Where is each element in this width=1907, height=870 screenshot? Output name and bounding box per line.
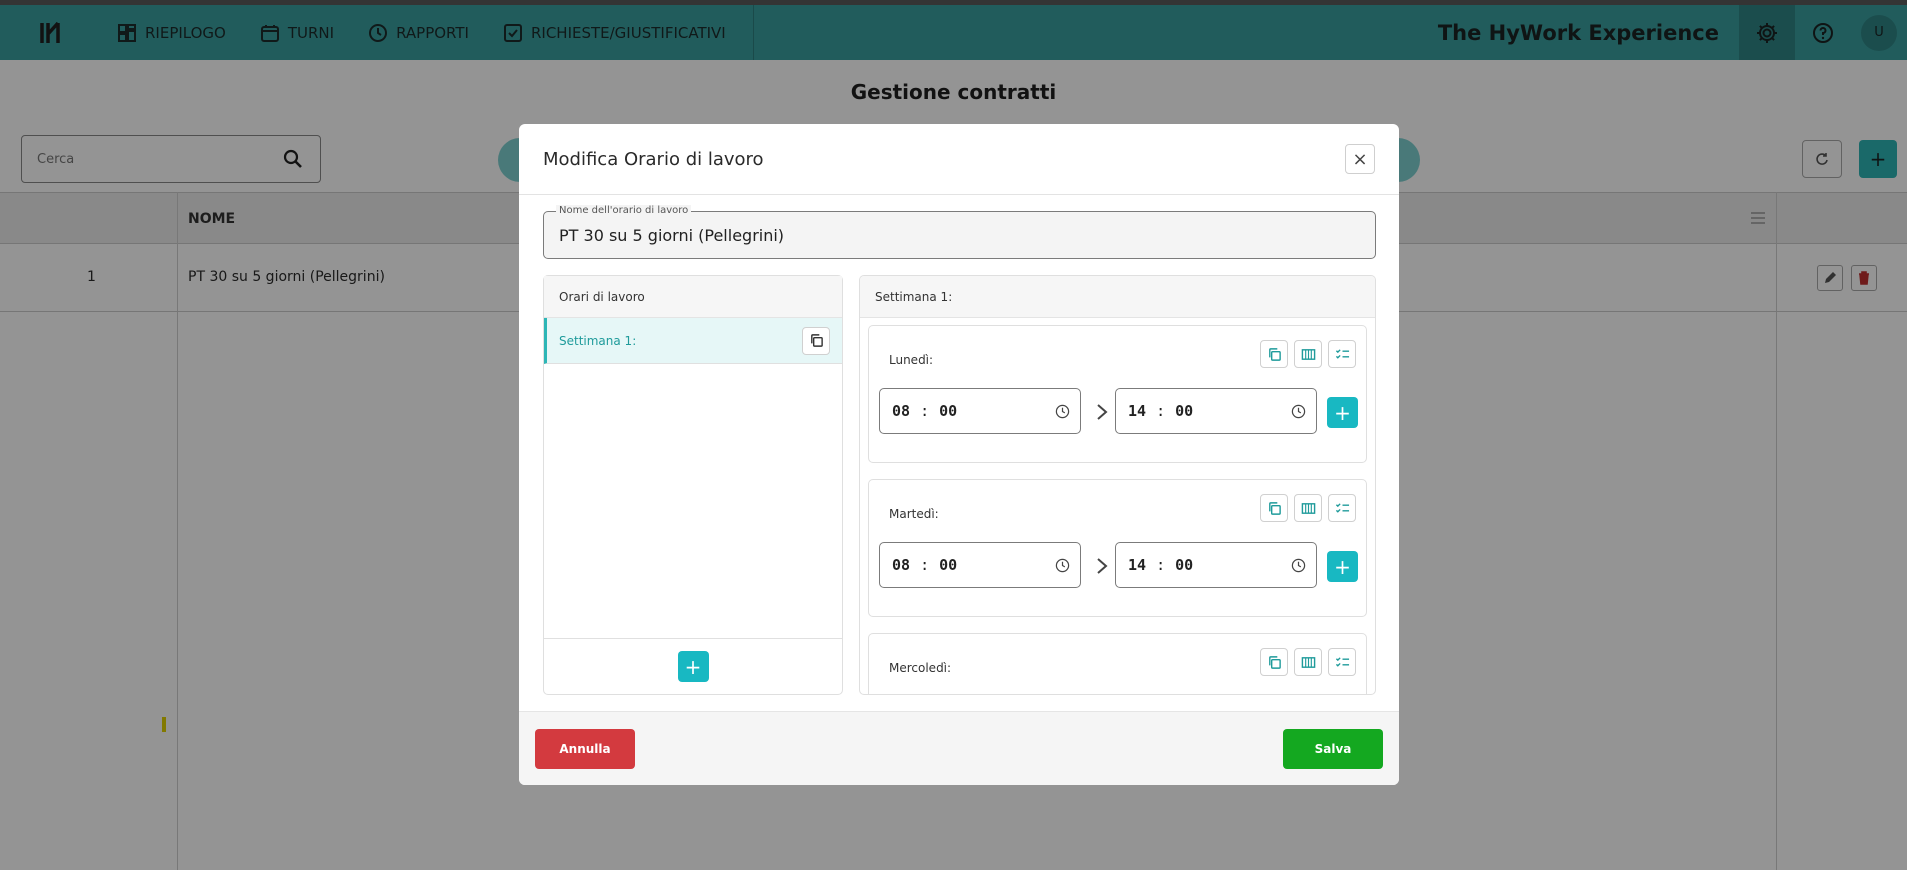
- copy-icon: [810, 334, 823, 347]
- day-tools: [1260, 494, 1356, 522]
- weeks-panel-header: Orari di lavoro: [544, 276, 842, 318]
- day-label: Lunedì:: [889, 353, 934, 367]
- calendar-view-button[interactable]: [1294, 648, 1322, 676]
- schedule-name-label: Nome dell'orario di lavoro: [556, 205, 692, 216]
- day-card-martedi: Martedì: 08:00 14:00 +: [868, 479, 1367, 617]
- start-time-input[interactable]: 08:00: [879, 388, 1081, 434]
- day-card-mercoledi: Mercoledì:: [868, 633, 1367, 694]
- day-label: Martedì:: [889, 507, 939, 521]
- add-week-button[interactable]: +: [677, 651, 709, 682]
- chevron-right-icon: [1097, 404, 1108, 420]
- close-icon: ×: [1352, 148, 1368, 170]
- clock-icon[interactable]: [1055, 558, 1070, 573]
- end-time-input[interactable]: 14:00: [1115, 388, 1317, 434]
- calendar-view-button[interactable]: [1294, 340, 1322, 368]
- start-hour: 08: [892, 402, 911, 420]
- copy-day-button[interactable]: [1260, 648, 1288, 676]
- table-icon: [1301, 656, 1315, 668]
- checklist-button[interactable]: [1328, 340, 1356, 368]
- start-hour: 08: [892, 556, 911, 574]
- clock-icon[interactable]: [1291, 404, 1306, 419]
- clock-icon[interactable]: [1055, 404, 1070, 419]
- end-hour: 14: [1128, 556, 1147, 574]
- weeks-panel-footer: +: [544, 638, 842, 694]
- calendar-view-button[interactable]: [1294, 494, 1322, 522]
- schedule-name-value: PT 30 su 5 giorni (Pellegrini): [559, 226, 785, 245]
- checklist-icon: [1335, 502, 1349, 513]
- copy-icon: [1268, 347, 1281, 361]
- save-button[interactable]: Salva: [1283, 729, 1383, 769]
- plus-icon: +: [1334, 400, 1351, 425]
- start-minute: 00: [939, 556, 958, 574]
- end-hour: 14: [1128, 402, 1147, 420]
- add-interval-button[interactable]: +: [1327, 551, 1358, 582]
- schedule-name-field[interactable]: Nome dell'orario di lavoro PT 30 su 5 gi…: [543, 205, 1376, 259]
- edit-schedule-modal: Modifica Orario di lavoro × Nome dell'or…: [519, 124, 1399, 785]
- modal-header: Modifica Orario di lavoro ×: [519, 124, 1399, 195]
- copy-icon: [1268, 501, 1281, 515]
- clock-icon[interactable]: [1291, 558, 1306, 573]
- week-item[interactable]: Settimana 1:: [544, 318, 842, 364]
- add-interval-button[interactable]: +: [1327, 397, 1358, 428]
- weeks-panel: Orari di lavoro Settimana 1: +: [543, 275, 843, 695]
- copy-day-button[interactable]: [1260, 340, 1288, 368]
- close-button[interactable]: ×: [1345, 144, 1375, 174]
- end-time-input[interactable]: 14:00: [1115, 542, 1317, 588]
- end-minute: 00: [1175, 402, 1194, 420]
- checklist-button[interactable]: [1328, 494, 1356, 522]
- plus-icon: +: [1334, 554, 1351, 579]
- chevron-right-icon: [1097, 558, 1108, 574]
- cancel-button[interactable]: Annulla: [535, 729, 635, 769]
- copy-day-button[interactable]: [1260, 494, 1288, 522]
- day-tools: [1260, 648, 1356, 676]
- start-time-input[interactable]: 08:00: [879, 542, 1081, 588]
- table-icon: [1301, 502, 1315, 514]
- week-detail-panel: Settimana 1: Lunedì: 08:00 14:00 + Marte…: [859, 275, 1376, 695]
- plus-icon: +: [684, 654, 702, 679]
- start-minute: 00: [939, 402, 958, 420]
- checklist-icon: [1335, 656, 1349, 667]
- copy-icon: [1268, 655, 1281, 669]
- day-tools: [1260, 340, 1356, 368]
- week-label: Settimana 1:: [559, 333, 637, 348]
- end-minute: 00: [1175, 556, 1194, 574]
- day-label: Mercoledì:: [889, 661, 952, 675]
- checklist-icon: [1335, 348, 1349, 359]
- modal-footer: Annulla Salva: [519, 711, 1399, 785]
- modal-title: Modifica Orario di lavoro: [543, 148, 764, 170]
- copy-week-button[interactable]: [802, 326, 830, 355]
- day-card-lunedi: Lunedì: 08:00 14:00 +: [868, 325, 1367, 463]
- table-icon: [1301, 348, 1315, 360]
- week-detail-header: Settimana 1:: [860, 276, 1375, 318]
- checklist-button[interactable]: [1328, 648, 1356, 676]
